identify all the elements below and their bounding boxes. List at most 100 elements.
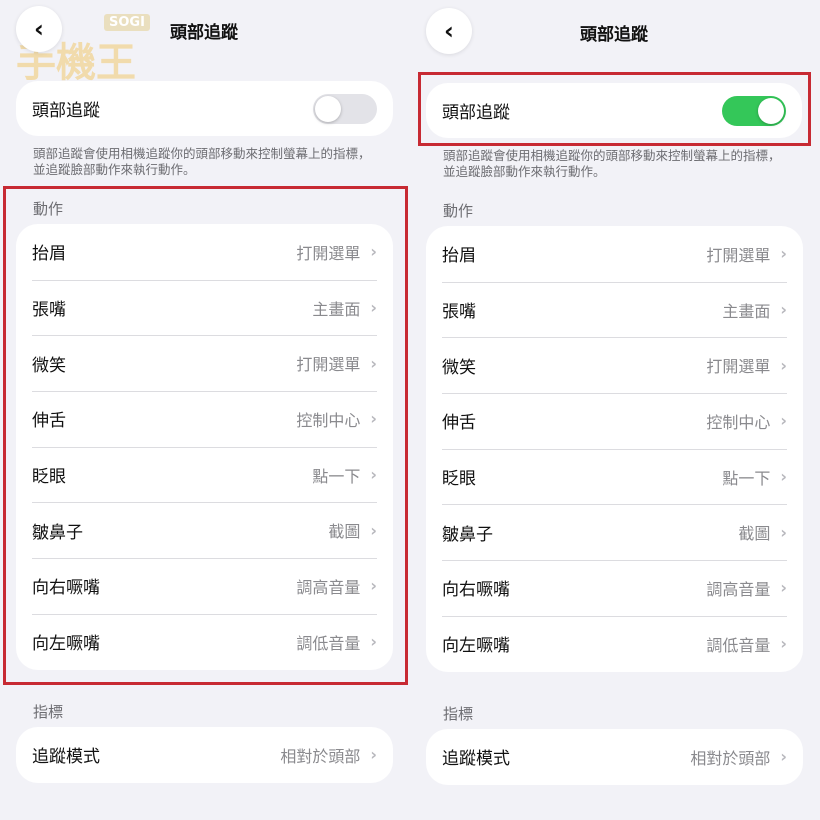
chevron-left-icon: ‹ — [34, 15, 44, 43]
chevron-right-icon: › — [780, 747, 787, 767]
list-item-label: 皺鼻子 — [32, 522, 83, 543]
list-item-trailing: 調高音量 › — [296, 574, 377, 598]
list-item[interactable]: 皺鼻子 截圖 › — [16, 502, 393, 558]
chevron-right-icon: › — [370, 520, 377, 540]
list-item[interactable]: 皺鼻子 截圖 › — [426, 504, 803, 560]
head-tracking-description: 頭部追蹤會使用相機追蹤你的頭部移動來控制螢幕上的指標，並追蹤臉部動作來執行動作。 — [443, 148, 781, 179]
back-button[interactable]: ‹ — [426, 8, 472, 54]
list-item[interactable]: 向右噘嘴 調高音量 › — [16, 558, 393, 614]
list-item[interactable]: 追蹤模式 相對於頭部 › — [426, 729, 803, 785]
actions-section-header: 動作 — [33, 200, 64, 218]
list-item-trailing: 打開選單 › — [706, 242, 787, 266]
list-item[interactable]: 眨眼 點一下 › — [426, 448, 803, 505]
head-tracking-switch[interactable] — [722, 95, 786, 126]
list-item[interactable]: 向左噘嘴 調低音量 › — [16, 613, 393, 670]
list-item-label: 張嘴 — [32, 300, 66, 321]
list-item[interactable]: 眨眼 點一下 › — [16, 446, 393, 503]
list-item-label: 皺鼻子 — [442, 524, 493, 545]
pointer-list: 追蹤模式 相對於頭部 › — [426, 729, 803, 785]
list-item-label: 眨眼 — [442, 469, 476, 490]
list-item[interactable]: 張嘴 主畫面 › — [16, 279, 393, 336]
list-item-label: 追蹤模式 — [442, 749, 510, 770]
list-item-trailing: 打開選單 › — [296, 240, 377, 264]
list-item-value: 截圖 — [738, 524, 771, 544]
page-title: 頭部追蹤 — [170, 23, 238, 43]
list-item[interactable]: 抬眉 打開選單 › — [426, 226, 803, 282]
list-item-label: 追蹤模式 — [32, 747, 100, 768]
screenshot-panel-right: ‹ 頭部追蹤 頭部追蹤 頭部追蹤會使用相機追蹤你的頭部移動來控制螢幕上的指標，並… — [410, 0, 820, 820]
head-tracking-toggle-row: 頭部追蹤 — [16, 81, 393, 136]
list-item-value: 打開選單 — [706, 357, 771, 377]
chevron-right-icon: › — [780, 578, 787, 598]
list-item-label: 向左噘嘴 — [32, 634, 100, 655]
list-item-trailing: 主畫面 › — [312, 296, 377, 320]
list-item-value: 點一下 — [722, 468, 771, 488]
list-item-label: 向左噘嘴 — [442, 636, 510, 657]
list-item-trailing: 調高音量 › — [706, 576, 787, 600]
list-item[interactable]: 伸舌 控制中心 › — [16, 391, 393, 447]
switch-knob — [758, 97, 784, 124]
chevron-right-icon: › — [780, 634, 787, 654]
list-item-label: 抬眉 — [442, 246, 476, 267]
pointer-list: 追蹤模式 相對於頭部 › — [16, 727, 393, 783]
head-tracking-label: 頭部追蹤 — [442, 103, 510, 123]
list-item-trailing: 相對於頭部 › — [690, 745, 787, 769]
chevron-right-icon: › — [780, 467, 787, 487]
list-item[interactable]: 向左噘嘴 調低音量 › — [426, 615, 803, 672]
actions-list: 抬眉 打開選單 › 張嘴 主畫面 › 微笑 打開選單 › 伸舌 控制中心 › 眨眼 點一下 › 皺鼻子 截圖 › 向… — [426, 226, 803, 672]
list-item-value: 調高音量 — [296, 577, 361, 597]
list-item-trailing: 截圖 › — [738, 520, 787, 544]
list-item-value: 主畫面 — [312, 299, 361, 319]
chevron-right-icon: › — [370, 409, 377, 429]
list-item-value: 主畫面 — [722, 301, 771, 321]
pointer-section-header: 指標 — [33, 703, 64, 721]
list-item-label: 向右噘嘴 — [442, 580, 510, 601]
list-item[interactable]: 向右噘嘴 調高音量 › — [426, 560, 803, 616]
chevron-right-icon: › — [370, 353, 377, 373]
back-button[interactable]: ‹ — [16, 6, 62, 52]
list-item-label: 微笑 — [32, 355, 66, 376]
list-item-label: 向右噘嘴 — [32, 578, 100, 599]
list-item-value: 調低音量 — [706, 635, 771, 655]
list-item[interactable]: 追蹤模式 相對於頭部 › — [16, 727, 393, 783]
list-item-trailing: 打開選單 › — [296, 351, 377, 375]
list-item-value: 控制中心 — [296, 410, 361, 430]
list-item-trailing: 打開選單 › — [706, 353, 787, 377]
chevron-right-icon: › — [780, 300, 787, 320]
head-tracking-description: 頭部追蹤會使用相機追蹤你的頭部移動來控制螢幕上的指標，並追蹤臉部動作來執行動作。 — [33, 146, 371, 177]
chevron-right-icon: › — [780, 411, 787, 431]
list-item[interactable]: 張嘴 主畫面 › — [426, 281, 803, 338]
list-item-label: 眨眼 — [32, 467, 66, 488]
list-item-label: 抬眉 — [32, 244, 66, 265]
list-item-value: 截圖 — [328, 522, 361, 542]
list-item[interactable]: 微笑 打開選單 › — [426, 337, 803, 393]
list-item-value: 打開選單 — [296, 355, 361, 375]
actions-list: 抬眉 打開選單 › 張嘴 主畫面 › 微笑 打開選單 › 伸舌 控制中心 › 眨眼 點一下 › 皺鼻子 截圖 › 向… — [16, 224, 393, 670]
chevron-right-icon: › — [780, 355, 787, 375]
chevron-right-icon: › — [370, 632, 377, 652]
list-item-value: 打開選單 — [706, 245, 771, 265]
head-tracking-switch[interactable] — [313, 93, 377, 124]
list-item-trailing: 點一下 › — [312, 463, 377, 487]
list-item-trailing: 控制中心 › — [706, 409, 787, 433]
list-item[interactable]: 抬眉 打開選單 › — [16, 224, 393, 280]
screenshot-panel-left: SOGI 手機王 ‹ 頭部追蹤 頭部追蹤 頭部追蹤會使用相機追蹤你的頭部移動來控… — [0, 0, 410, 820]
list-item-value: 打開選單 — [296, 243, 361, 263]
chevron-right-icon: › — [370, 298, 377, 318]
chevron-right-icon: › — [780, 522, 787, 542]
list-item-value: 控制中心 — [706, 412, 771, 432]
list-item-trailing: 主畫面 › — [722, 298, 787, 322]
pointer-section-header: 指標 — [443, 705, 474, 723]
chevron-right-icon: › — [370, 465, 377, 485]
list-item-trailing: 調低音量 › — [706, 632, 787, 656]
head-tracking-label: 頭部追蹤 — [32, 101, 100, 121]
actions-section-header: 動作 — [443, 202, 474, 220]
list-item-trailing: 控制中心 › — [296, 407, 377, 431]
list-item-trailing: 相對於頭部 › — [280, 743, 377, 767]
list-item-label: 伸舌 — [442, 413, 476, 434]
list-item[interactable]: 微笑 打開選單 › — [16, 335, 393, 391]
list-item-trailing: 調低音量 › — [296, 630, 377, 654]
list-item-label: 伸舌 — [32, 411, 66, 432]
list-item[interactable]: 伸舌 控制中心 › — [426, 393, 803, 449]
list-item-value: 點一下 — [312, 466, 361, 486]
